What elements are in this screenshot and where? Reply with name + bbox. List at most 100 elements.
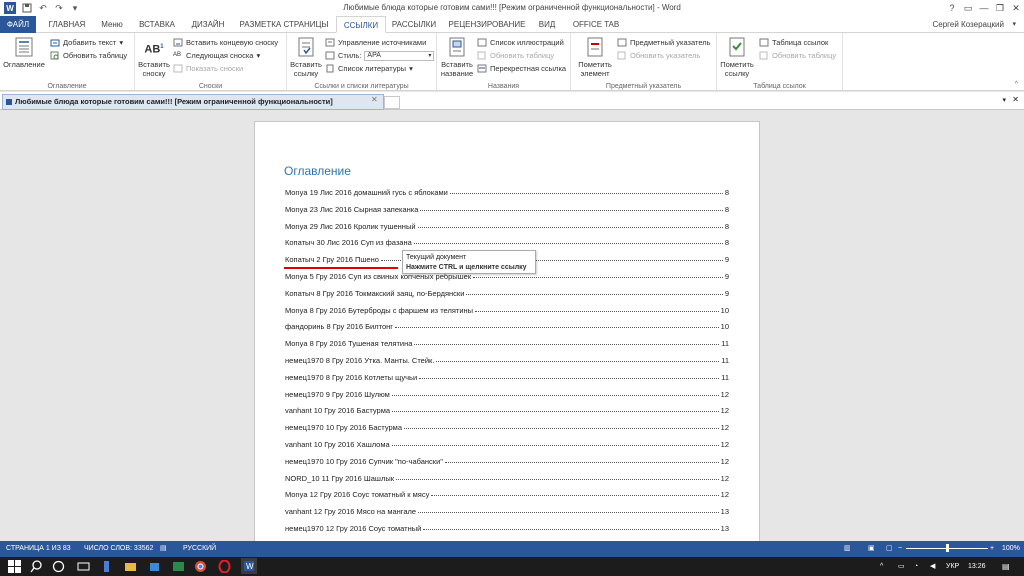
insert-authorities-button[interactable]: Таблица ссылок [759,37,828,48]
chrome-icon[interactable] [194,560,207,573]
input-language[interactable]: УКР [946,560,959,573]
zoom-in-button[interactable]: + [990,541,994,557]
toc-entry[interactable]: Monya 12 Гру 2016 Соус томатный к мясу 12 [285,487,729,499]
zoom-slider-thumb[interactable] [946,544,949,552]
notifications-icon[interactable]: ▤ [1002,560,1014,573]
toc-entry[interactable]: vanhant 10 Гру 2016 Хашлома 12 [285,437,729,449]
close-icon[interactable]: ✕ [1012,95,1019,104]
toc-entry-title[interactable]: vanhant 12 Гру 2016 Мясо на мангале [285,507,416,516]
toc-entry-title[interactable]: Monya 8 Гру 2016 Тушеная телятина [285,339,412,348]
toc-entry-page[interactable]: 13 [721,507,729,516]
toc-entry[interactable]: NORD_10 11 Гру 2016 Шашлык 12 [285,471,729,483]
toc-entry-title[interactable]: NORD_10 11 Гру 2016 Шашлык [285,474,394,483]
minimize-button[interactable]: — [976,0,992,16]
toc-entry-page[interactable]: 9 [725,289,729,298]
toc-entry[interactable]: Monya 29 Лис 2016 Кролик тушенный 8 [285,219,729,231]
store-icon[interactable] [148,560,161,573]
volume-icon[interactable]: ◀ [930,560,940,573]
insert-footnote-button[interactable]: AB1 Вставить сноску [137,36,171,78]
ribbon-display-button[interactable]: ▭ [960,0,976,16]
toc-entry-page[interactable]: 12 [721,440,729,449]
restore-button[interactable]: ❐ [992,0,1008,16]
toc-entry-page[interactable]: 11 [721,356,729,365]
network-icon[interactable]: ▭ [898,560,908,573]
update-figures-button[interactable]: Обновить таблицу [477,50,554,61]
redo-icon[interactable]: ↷ [54,3,64,13]
file-explorer-icon[interactable] [124,560,137,573]
zoom-out-button[interactable]: − [898,541,902,557]
toc-entry-title[interactable]: немец1970 10 Гру 2016 Супчик "по-чабанск… [285,457,443,466]
toc-entry-page[interactable]: 8 [725,188,729,197]
toc-entry[interactable]: vanhant 10 Гру 2016 Бастурма 12 [285,403,729,415]
tab-home[interactable]: ГЛАВНАЯ [41,16,93,33]
undo-icon[interactable]: ↶ [38,3,48,13]
toc-entry[interactable]: фандоринь 8 Гру 2016 Билтонг 10 [285,319,729,331]
toc-entry-page[interactable]: 10 [721,306,729,315]
opera-icon[interactable] [218,559,231,574]
pinned-app-icon[interactable] [100,560,113,573]
toc-entry[interactable]: Monya 8 Гру 2016 Тушеная телятина 11 [285,336,729,348]
toc-entry-title[interactable]: немец1970 12 Гру 2016 Соус томатный [285,524,421,533]
toc-entry-page[interactable]: 12 [721,423,729,432]
toc-entry-title[interactable]: Monya 12 Гру 2016 Соус томатный к мясу [285,490,429,499]
toc-entry-page[interactable]: 9 [725,272,729,281]
toc-entry-page[interactable]: 8 [725,222,729,231]
search-icon[interactable] [30,560,43,573]
update-authorities-button[interactable]: Обновить таблицу [759,50,836,61]
user-name[interactable]: Сергей Козерацкий [932,16,1004,33]
next-footnote-button[interactable]: AB Следующая сноска ▾ [173,50,260,61]
toc-entry-page[interactable]: 12 [721,406,729,415]
toc-entry-title[interactable]: немец1970 9 Гру 2016 Шулюм [285,390,390,399]
document-tab[interactable]: Любимые блюда которые готовим сами!!! [Р… [2,94,384,110]
toc-entry-title[interactable]: Копатыч 2 Гру 2016 Пшено [285,255,379,264]
toc-entry-title[interactable]: Копатыч 8 Гру 2016 Токмакский заяц, по-Б… [285,289,464,298]
manage-sources-button[interactable]: Управление источниками [325,37,426,48]
toc-entry-page[interactable]: 11 [721,373,729,382]
new-tab-button[interactable] [384,96,400,109]
toc-entry-title[interactable]: vanhant 10 Гру 2016 Бастурма [285,406,390,415]
toc-entry[interactable]: немец1970 8 Гру 2016 Котлеты щучьи 11 [285,370,729,382]
word-count[interactable]: ЧИСЛО СЛОВ: 33562 [84,541,153,557]
mark-citation-button[interactable]: Пометить ссылку [719,36,755,78]
toc-entry-page[interactable]: 11 [721,339,729,348]
toc-entry-page[interactable]: 12 [721,390,729,399]
bibliography-button[interactable]: Список литературы ▾ [325,63,413,74]
tab-mailings[interactable]: РАССЫЛКИ [390,16,438,33]
task-view-icon[interactable] [52,560,65,573]
style-selector[interactable]: Стиль: APA [325,50,435,61]
toc-entry[interactable]: немец1970 8 Гру 2016 Утка. Манты. Стейк.… [285,353,729,365]
collapse-ribbon-icon[interactable]: ^ [1015,81,1018,88]
customize-icon[interactable]: ▾ [70,3,80,13]
chevron-down-icon[interactable]: ▾ [1002,96,1006,104]
page-counter[interactable]: СТРАНИЦА 1 ИЗ 83 [6,541,71,557]
insert-endnote-button[interactable]: Вставить концевую сноску [173,37,278,48]
clock[interactable]: 13:26 [968,560,986,573]
insert-index-button[interactable]: Предметный указатель [617,37,711,48]
mark-entry-button[interactable]: Пометить элемент [575,36,615,78]
toc-entry[interactable]: немец1970 10 Гру 2016 Супчик "по-чабанск… [285,454,729,466]
toc-entry-title[interactable]: немец1970 8 Гру 2016 Утка. Манты. Стейк. [285,356,434,365]
close-button[interactable]: ✕ [1008,0,1024,16]
show-notes-button[interactable]: Показать сноски [173,63,243,74]
toc-entry[interactable]: Monya 23 Лис 2016 Сырная запеканка 8 [285,202,729,214]
proofing-icon[interactable]: ▤ [160,541,167,557]
toc-entry[interactable]: немец1970 10 Гру 2016 Бастурма 12 [285,420,729,432]
tab-review[interactable]: РЕЦЕНЗИРОВАНИЕ [445,16,529,33]
insert-caption-button[interactable]: Вставить название [440,36,474,78]
vertical-scrollbar[interactable] [1014,111,1024,541]
style-dropdown[interactable]: APA [364,50,435,61]
tab-insert[interactable]: ВСТАВКА [133,16,181,33]
toc-entry[interactable]: немец1970 12 Гру 2016 Соус томатный 13 [285,521,729,533]
chevron-down-icon[interactable]: ▾ [1012,16,1016,33]
toc-button[interactable]: Оглавление [2,36,46,69]
zoom-slider[interactable] [906,544,988,552]
print-layout-icon[interactable]: ▣ [868,541,875,557]
tab-design[interactable]: ДИЗАЙН [186,16,230,33]
task-view-icon-2[interactable] [77,560,90,573]
toc-entry-title[interactable]: Копатыч 30 Лис 2016 Суп из фазана [285,238,412,247]
save-icon[interactable] [22,3,32,13]
add-text-button[interactable]: Добавить текст ▾ [50,37,123,48]
cross-reference-button[interactable]: Перекрестная ссылка [477,63,566,74]
close-tab-icon[interactable]: ✕ [371,95,378,104]
toc-entry-title[interactable]: Monya 23 Лис 2016 Сырная запеканка [285,205,418,214]
